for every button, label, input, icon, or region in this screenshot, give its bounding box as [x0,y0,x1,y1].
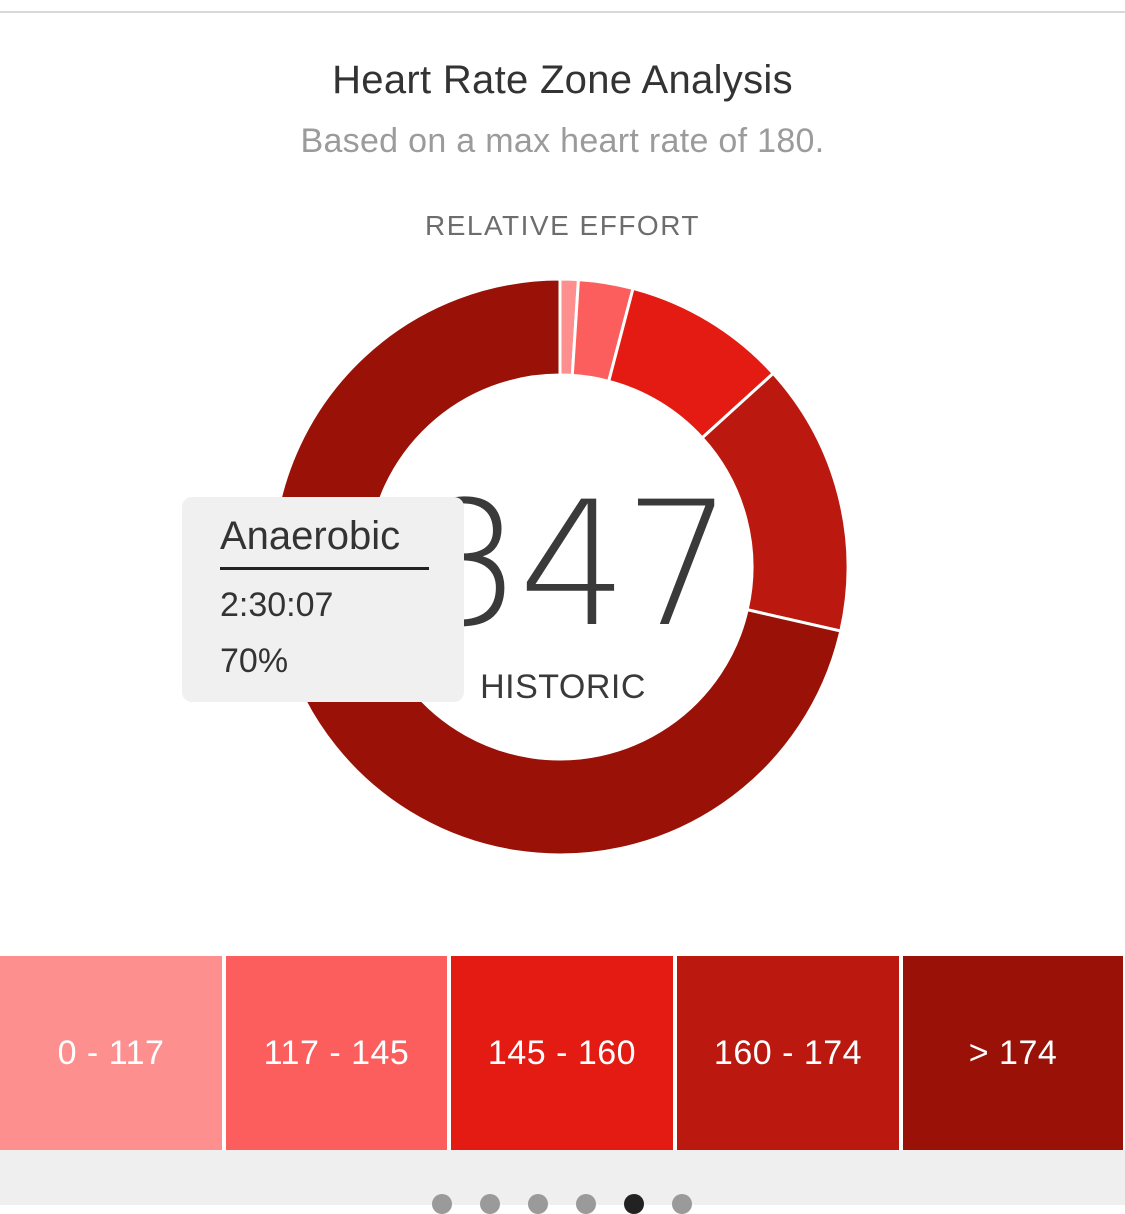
page-dot-6[interactable] [672,1194,692,1214]
zone-button-5[interactable]: > 174 [903,956,1123,1150]
tooltip-duration: 2:30:07 [220,586,334,624]
tooltip-zone-name: Anaerobic [220,511,429,570]
zone-button-2[interactable]: 117 - 145 [226,956,447,1150]
zone-legend: 0 - 117 117 - 145 145 - 160 160 - 174 > … [0,956,1125,1150]
zone-button-3[interactable]: 145 - 160 [451,956,673,1150]
zone-button-4[interactable]: 160 - 174 [677,956,899,1150]
page-dot-2[interactable] [480,1194,500,1214]
page-dot-4[interactable] [576,1194,596,1214]
page-dot-5[interactable] [624,1194,644,1214]
page-dot-1[interactable] [432,1194,452,1214]
page-dot-3[interactable] [528,1194,548,1214]
pager-bar [0,1150,1125,1205]
tooltip-percent: 70% [220,642,289,680]
zone-button-1[interactable]: 0 - 117 [0,956,222,1150]
zone-tooltip: Anaerobic 2:30:07 70% [182,497,464,702]
